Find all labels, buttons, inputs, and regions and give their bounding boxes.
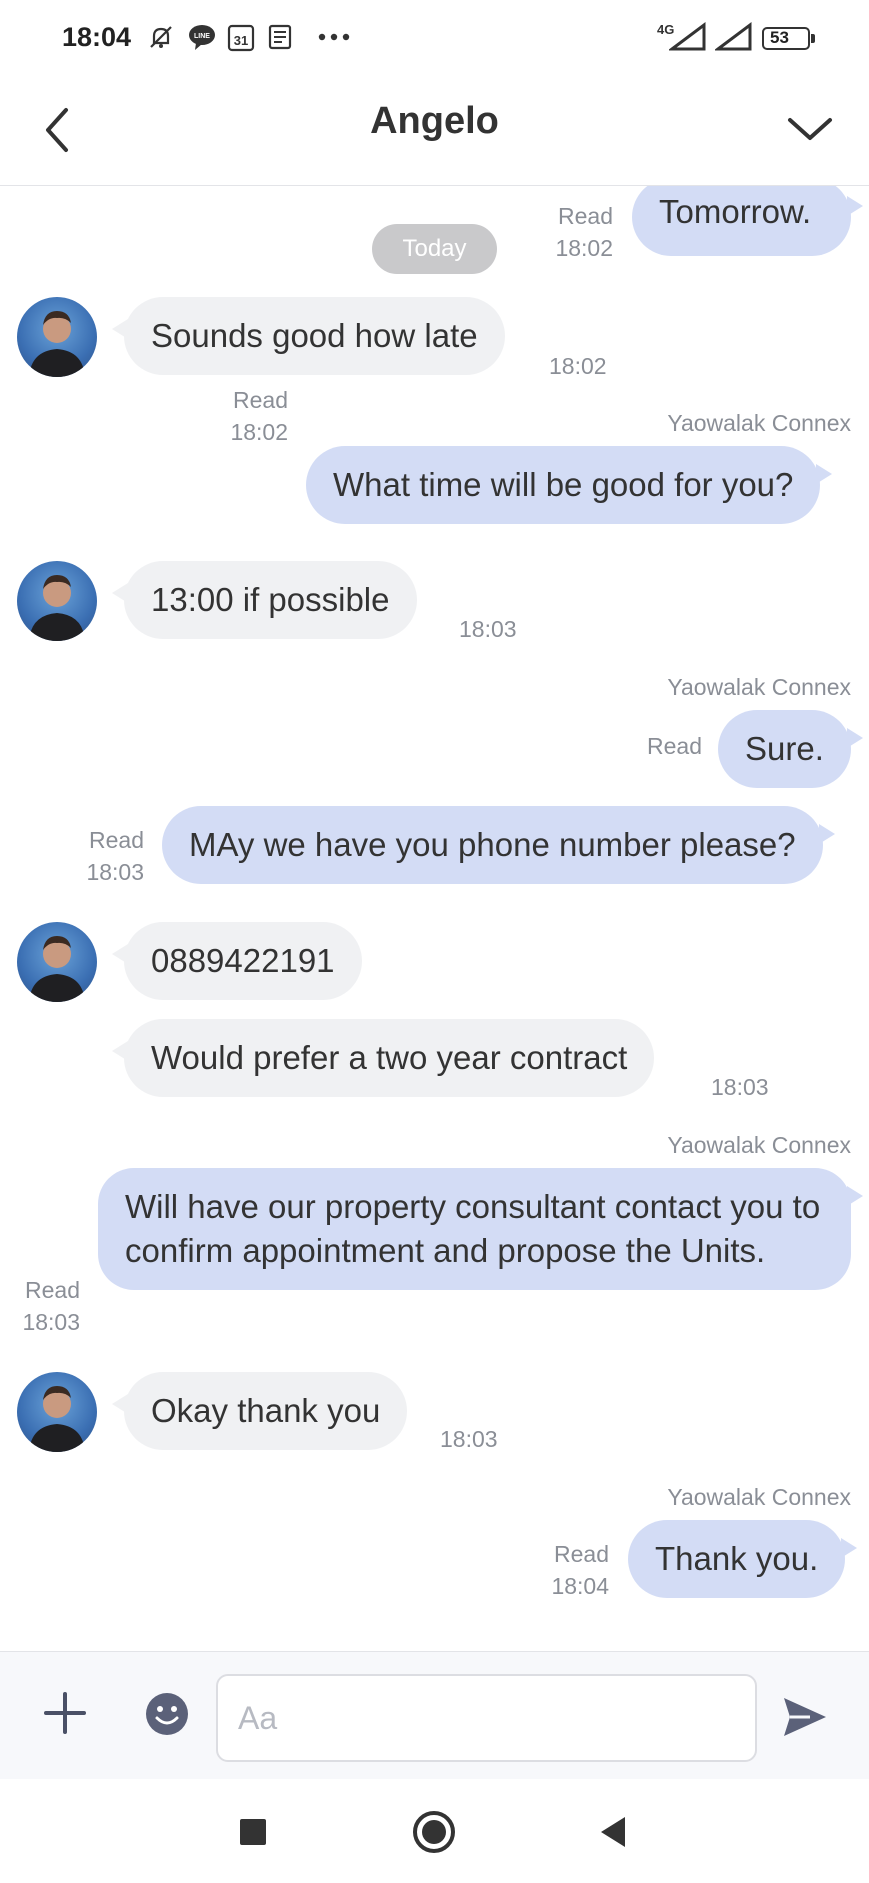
message-bubble-incoming[interactable]: Okay thank you	[111, 1372, 408, 1450]
message-time: 18:03	[440, 1426, 498, 1452]
avatar-image	[29, 311, 85, 377]
message-time: 18:02	[555, 235, 613, 261]
message-meta: Read 18:02	[545, 200, 613, 264]
signal-icon-2	[714, 22, 754, 52]
status-bar: 18:04 LINE 31 4G 53	[0, 0, 869, 78]
message-bubble-outgoing[interactable]: What time will be good for you?	[306, 446, 833, 524]
message-bubble-outgoing[interactable]: Thank you.	[628, 1520, 858, 1598]
sender-name: Yaowalak Connex	[667, 1484, 851, 1510]
message-time: 18:02	[230, 419, 288, 445]
avatar-image	[29, 575, 85, 641]
battery-icon: 53	[762, 27, 815, 50]
message-bubble-outgoing[interactable]: Tomorrow.	[632, 186, 863, 256]
message-bubble-incoming[interactable]: Sounds good how late	[112, 297, 505, 375]
chevron-down-icon	[788, 118, 832, 140]
sender-name: Yaowalak Connex	[667, 1132, 851, 1158]
svg-text:LINE: LINE	[194, 33, 210, 40]
signal-icon	[668, 22, 708, 52]
message-time: 18:03	[86, 859, 144, 885]
message-time: 18:04	[551, 1573, 609, 1599]
avatar-image	[29, 936, 85, 1002]
nav-back-button[interactable]	[588, 1807, 638, 1857]
more-icon	[316, 22, 352, 52]
message-meta: Read 18:03	[76, 824, 144, 888]
sender-name: Yaowalak Connex	[667, 674, 851, 700]
read-status: Read	[233, 387, 288, 413]
chat-title: Angelo	[370, 100, 499, 142]
message-time: 18:03	[22, 1309, 80, 1335]
message-list[interactable]: Read 18:02 Tomorrow. Today Sounds good h…	[0, 186, 869, 1651]
message-bubble-incoming[interactable]: 13:00 if possible	[112, 561, 417, 639]
read-status: Read	[89, 827, 144, 853]
emoji-button[interactable]	[145, 1692, 189, 1736]
send-button[interactable]	[780, 1692, 830, 1742]
calendar-icon: 31	[226, 22, 256, 52]
message-time: 18:02	[549, 353, 607, 379]
message-bubble-outgoing[interactable]: Will have our property consultant contac…	[98, 1168, 863, 1290]
read-status: Read	[25, 1277, 80, 1303]
avatar[interactable]	[17, 561, 97, 641]
message-bubble-outgoing[interactable]: MAy we have you phone number please?	[162, 806, 835, 884]
message-input-bar	[0, 1651, 869, 1779]
message-bubble-outgoing[interactable]: Sure.	[718, 710, 863, 788]
message-meta: Read 18:03	[12, 1274, 80, 1338]
circle-icon	[413, 1811, 455, 1853]
emoji-icon	[146, 1693, 188, 1735]
read-status: Read	[647, 733, 702, 759]
message-bubble-incoming[interactable]: 0889422191	[112, 922, 362, 1000]
avatar[interactable]	[17, 1372, 97, 1452]
triangle-back-icon	[601, 1817, 625, 1847]
svg-text:31: 31	[234, 33, 248, 48]
read-status: Read	[558, 203, 613, 229]
line-app-icon: LINE	[186, 22, 218, 52]
system-nav-bar	[0, 1779, 869, 1883]
avatar-image	[29, 1386, 85, 1452]
send-icon	[784, 1698, 826, 1736]
read-status: Read	[554, 1541, 609, 1567]
attach-button[interactable]	[42, 1690, 88, 1736]
square-icon	[240, 1819, 266, 1845]
message-time: 18:03	[711, 1074, 769, 1100]
message-bubble-incoming[interactable]: Would prefer a two year contract	[111, 1019, 655, 1097]
avatar[interactable]	[17, 922, 97, 1002]
message-input[interactable]	[216, 1674, 757, 1762]
avatar[interactable]	[17, 297, 97, 377]
message-meta: Read 18:02	[220, 384, 288, 448]
home-button[interactable]	[409, 1807, 459, 1857]
collapse-button[interactable]	[782, 100, 838, 160]
news-icon	[266, 22, 296, 52]
plus-icon	[44, 1692, 86, 1734]
date-divider: Today	[372, 224, 497, 274]
status-time: 18:04	[62, 22, 132, 52]
recents-button[interactable]	[228, 1807, 278, 1857]
message-time: 18:03	[459, 616, 517, 642]
message-meta: Read 18:04	[541, 1538, 609, 1602]
notifications-off-icon	[145, 22, 177, 52]
chat-header: Angelo	[0, 78, 869, 186]
sender-name: Yaowalak Connex	[667, 410, 851, 436]
